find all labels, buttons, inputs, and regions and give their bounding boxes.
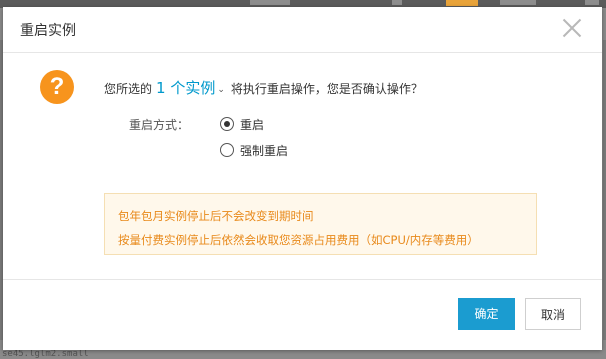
confirm-question: 您所选的 1 个实例 ⌄ 将执行重启操作，您是否确认操作？ [104,77,423,98]
confirm-button[interactable]: 确定 [458,298,515,330]
background-badge [446,0,478,6]
radio-restart[interactable] [220,117,234,131]
question-prefix: 您所选的 [104,82,153,96]
dialog-header: 重启实例 [3,7,602,53]
question-mark-icon: ? [40,70,74,104]
footer-divider [3,279,602,280]
dialog-title: 重启实例 [20,23,76,39]
notice-line: 按量付费实例停止后依然会收取您资源占用费用（如CPU/内存等费用） [118,233,479,247]
notice-box: 包年包月实例停止后不会改变到期时间 按量付费实例停止后依然会收取您资源占用费用（… [104,193,537,255]
restart-mode-label: 重启方式： [129,118,190,132]
radio-force-restart[interactable] [220,143,234,157]
cancel-button[interactable]: 取消 [525,298,581,330]
background-menu-stub [500,0,536,5]
radio-force-restart-label[interactable]: 强制重启 [240,142,288,159]
question-suffix: 将执行重启操作，您是否确认操作？ [230,82,423,96]
background-menu-stub [585,0,599,5]
notice-line: 包年包月实例停止后不会改变到期时间 [118,209,314,223]
chevron-down-icon[interactable]: ⌄ [217,85,225,95]
close-icon[interactable] [562,18,582,38]
instance-count-link[interactable]: 1 个实例 [156,79,215,97]
background-icon-stub [392,0,402,5]
background-search-stub [250,0,290,5]
restart-instance-dialog: 重启实例 ? 您所选的 1 个实例 ⌄ 将执行重启操作，您是否确认操作？ 重启方式： … [3,7,602,350]
radio-restart-label[interactable]: 重启 [240,116,264,133]
